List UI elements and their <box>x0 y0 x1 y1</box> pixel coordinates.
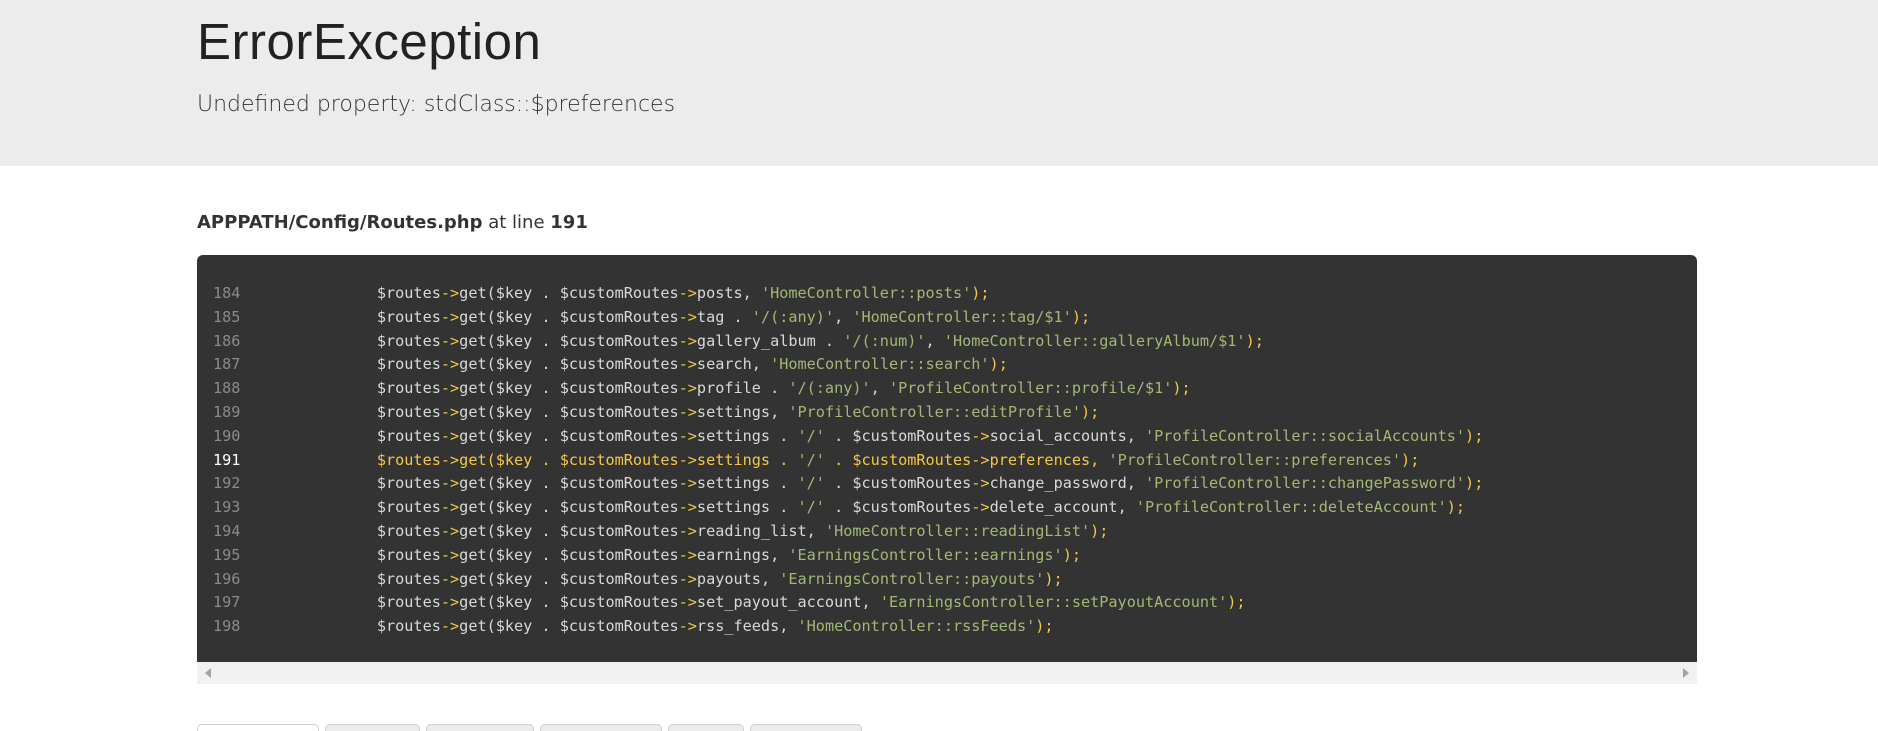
code-line: 195 $routes->get($key . $customRoutes->e… <box>197 544 1697 568</box>
line-number: 190 <box>213 426 241 445</box>
code-line: 192 $routes->get($key . $customRoutes->s… <box>197 472 1697 496</box>
tab-5[interactable] <box>668 724 744 731</box>
line-number: 191 <box>213 450 241 469</box>
line-number: 184 <box>213 284 241 302</box>
source-location: APPPATH/Config/Routes.php at line 191 <box>197 211 1697 235</box>
line-number: 194 <box>213 521 241 540</box>
code-line: 198 $routes->get($key . $customRoutes->r… <box>197 615 1697 639</box>
source-file: APPPATH/Config/Routes.php <box>197 212 483 233</box>
code-line: 196 $routes->get($key . $customRoutes->p… <box>197 568 1697 592</box>
tab-3[interactable] <box>426 724 534 731</box>
code-line: 187 $routes->get($key . $customRoutes->s… <box>197 353 1697 377</box>
error-title: ErrorException <box>197 13 542 70</box>
error-message: Undefined property: stdClass::$preferenc… <box>197 92 676 117</box>
line-number: 193 <box>213 498 241 517</box>
source-at-text: at line <box>488 212 545 233</box>
code-line: 184 $routes->get($key . $customRoutes->p… <box>197 282 1697 306</box>
horizontal-scrollbar[interactable] <box>197 662 1697 684</box>
tab-2[interactable] <box>325 724 420 731</box>
scroll-right-arrow-icon[interactable] <box>1683 668 1689 678</box>
tab-6[interactable] <box>750 724 862 731</box>
code-line: 185 $routes->get($key . $customRoutes->t… <box>197 306 1697 330</box>
tab-1[interactable] <box>197 724 319 731</box>
source-code-block[interactable]: 184 $routes->get($key . $customRoutes->p… <box>197 255 1697 662</box>
code-line: 197 $routes->get($key . $customRoutes->s… <box>197 591 1697 615</box>
code-line: 194 $routes->get($key . $customRoutes->r… <box>197 520 1697 544</box>
code-line: 193 $routes->get($key . $customRoutes->s… <box>197 496 1697 520</box>
line-number: 198 <box>213 617 241 636</box>
source-line: 191 <box>550 212 588 233</box>
code-line: 190 $routes->get($key . $customRoutes->s… <box>197 425 1697 449</box>
scroll-left-arrow-icon[interactable] <box>205 668 211 678</box>
line-number: 186 <box>213 331 241 350</box>
line-number: 188 <box>213 379 241 398</box>
line-number: 195 <box>213 545 241 564</box>
line-number: 197 <box>213 593 241 612</box>
line-number: 185 <box>213 307 241 326</box>
line-number: 192 <box>213 474 241 493</box>
error-header: ErrorException Undefined property: stdCl… <box>0 0 1878 166</box>
code-line: 191 $routes->get($key . $customRoutes->s… <box>197 449 1697 473</box>
code-line: 186 $routes->get($key . $customRoutes->g… <box>197 330 1697 354</box>
code-line: 188 $routes->get($key . $customRoutes->p… <box>197 377 1697 401</box>
line-number: 189 <box>213 402 241 421</box>
tab-4[interactable] <box>540 724 662 731</box>
line-number: 196 <box>213 569 241 588</box>
code-line: 189 $routes->get($key . $customRoutes->s… <box>197 401 1697 425</box>
backtrace-tabs <box>197 724 1697 731</box>
line-number: 187 <box>213 355 241 374</box>
